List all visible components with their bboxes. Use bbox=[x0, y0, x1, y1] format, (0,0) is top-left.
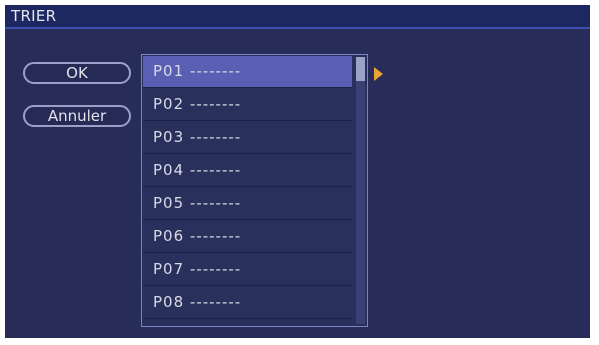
list-item-p03[interactable]: P03 -------- bbox=[143, 122, 352, 154]
list-item-p08[interactable]: P08 -------- bbox=[143, 287, 352, 319]
list-item-label: P04 -------- bbox=[153, 161, 242, 179]
dialog-title: TRIER bbox=[11, 7, 57, 25]
sort-dialog: TRIER OK Annuler P01 -------- P02 ------… bbox=[5, 5, 590, 338]
list-item-label: P02 -------- bbox=[153, 95, 242, 113]
list-item-label: P03 -------- bbox=[153, 128, 242, 146]
cancel-button[interactable]: Annuler bbox=[23, 105, 131, 127]
list-item-label: P01 -------- bbox=[153, 62, 242, 80]
title-bar: TRIER bbox=[5, 5, 590, 29]
list-item-label: P06 -------- bbox=[153, 227, 242, 245]
list-item-label: P07 -------- bbox=[153, 260, 242, 278]
list-item-p06[interactable]: P06 -------- bbox=[143, 221, 352, 253]
list-item-p07[interactable]: P07 -------- bbox=[143, 254, 352, 286]
list-item-p01[interactable]: P01 -------- bbox=[143, 56, 352, 88]
triangle-right-icon[interactable] bbox=[374, 67, 383, 81]
program-list: P01 -------- P02 -------- P03 -------- P… bbox=[141, 54, 368, 327]
list-item-p04[interactable]: P04 -------- bbox=[143, 155, 352, 187]
scrollbar[interactable] bbox=[356, 57, 365, 324]
list-item-p05[interactable]: P05 -------- bbox=[143, 188, 352, 220]
list-item-label: P05 -------- bbox=[153, 194, 242, 212]
list-item-label: P08 -------- bbox=[153, 293, 242, 311]
list-item-p02[interactable]: P02 -------- bbox=[143, 89, 352, 121]
scrollbar-thumb[interactable] bbox=[356, 57, 365, 81]
ok-button[interactable]: OK bbox=[23, 62, 131, 84]
